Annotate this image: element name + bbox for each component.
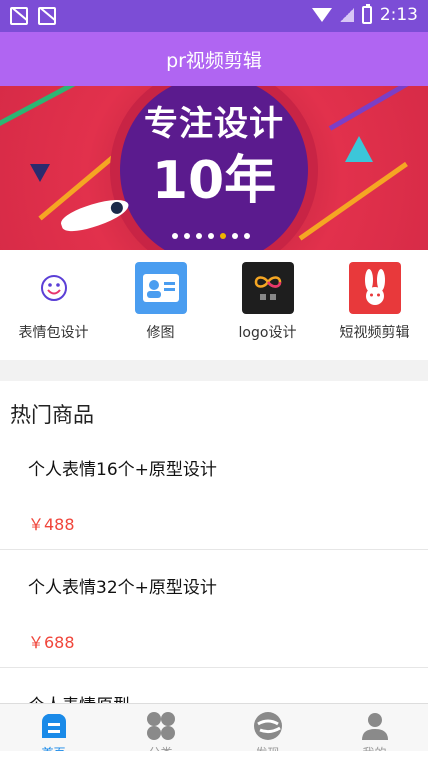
quick-item-label: 表情包设计 [18, 325, 89, 341]
section-title: 热门商品 [10, 403, 94, 427]
carousel-dot[interactable] [172, 233, 178, 239]
banner-big-text: 10年 [151, 151, 277, 211]
product-name: 个人表情16个+原型设计 [28, 460, 217, 480]
hot-products-section: 热门商品 个人表情16个+原型设计 ￥488 个人表情32个+原型设计 ￥688… [0, 381, 428, 703]
tab-discover[interactable]: 发现 [214, 704, 321, 760]
home-icon [41, 714, 66, 738]
rabbit-icon [348, 262, 401, 314]
carousel-dot[interactable] [196, 233, 202, 239]
system-nav-area [0, 751, 428, 771]
product-name: 个人表情32个+原型设计 [28, 578, 217, 598]
quick-item-label: logo设计 [238, 325, 297, 341]
banner-carousel[interactable]: 专注设计 10年 [0, 86, 428, 250]
title-bar: pr视频剪辑 [0, 32, 428, 86]
carousel-dot[interactable] [244, 233, 250, 239]
carousel-indicator [172, 233, 250, 239]
quick-item-label: 修图 [146, 325, 175, 341]
status-indicators: 2:13 [311, 4, 418, 25]
notification-icons [10, 7, 56, 25]
profile-icon [361, 713, 388, 740]
product-item[interactable]: 个人表情32个+原型设计 ￥688 [0, 551, 428, 668]
status-bar: 2:13 [0, 0, 428, 32]
quick-item-emoji-design[interactable]: 表情包设计 [0, 250, 107, 360]
tab-category[interactable]: 分类 [107, 704, 214, 760]
logo-icon [241, 262, 294, 314]
signal-icon [339, 8, 354, 22]
quick-item-photo-edit[interactable]: 修图 [107, 250, 214, 360]
bottom-tab-bar: 首页 分类 发现 我的 [0, 703, 428, 760]
quick-item-logo-design[interactable]: logo设计 [214, 250, 321, 360]
quick-menu: 表情包设计 修图 logo设计 短视频剪辑 [0, 250, 428, 360]
product-name: 个人表情原型 [28, 691, 130, 703]
product-price: ￥488 [28, 515, 75, 534]
carousel-dot[interactable] [184, 233, 190, 239]
smiley-icon [28, 262, 80, 314]
quick-item-label: 短视频剪辑 [339, 325, 410, 341]
category-icon [146, 712, 175, 740]
wifi-icon [311, 8, 332, 22]
tab-home[interactable]: 首页 [0, 704, 107, 760]
status-time: 2:13 [379, 5, 418, 25]
tab-profile[interactable]: 我的 [321, 704, 428, 760]
product-item[interactable]: 个人表情原型 [0, 669, 428, 703]
discover-icon [253, 712, 282, 740]
carousel-dot[interactable] [208, 233, 214, 239]
carousel-dot[interactable] [232, 233, 238, 239]
notification-icon [10, 7, 28, 25]
product-price: ￥688 [28, 633, 75, 652]
quick-item-short-video[interactable]: 短视频剪辑 [321, 250, 428, 360]
id-card-icon [134, 262, 187, 314]
product-item[interactable]: 个人表情16个+原型设计 ￥488 [0, 433, 428, 550]
page-title: pr视频剪辑 [166, 49, 262, 72]
battery-icon [361, 4, 372, 24]
carousel-dot[interactable] [220, 233, 226, 239]
notification-icon [38, 7, 56, 25]
